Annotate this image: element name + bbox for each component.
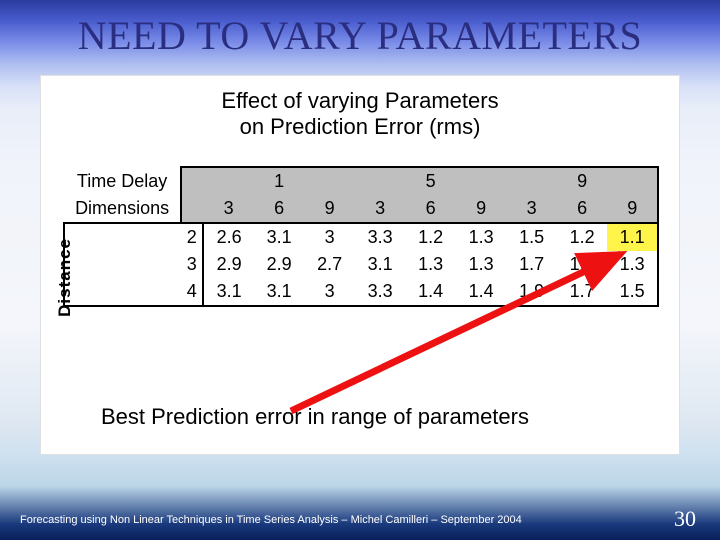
spacer-cell	[355, 167, 406, 195]
cell: 3.1	[203, 278, 254, 306]
spacer-cell	[304, 167, 355, 195]
spacer-cell	[64, 278, 181, 306]
cell: 3.1	[355, 251, 406, 278]
footer-text: Forecasting using Non Linear Techniques …	[20, 514, 522, 526]
dim-val: 6	[254, 195, 305, 223]
cell: 1.3	[607, 251, 658, 278]
data-row: 3 2.9 2.9 2.7 3.1 1.3 1.3 1.7 1.5 1.3	[64, 251, 658, 278]
td-val: 1	[254, 167, 305, 195]
spacer-cell	[64, 223, 181, 251]
cell: 1.2	[557, 223, 608, 251]
cell: 2.6	[203, 223, 254, 251]
spacer-cell	[607, 167, 658, 195]
dim-val: 3	[355, 195, 406, 223]
cell: 3.3	[355, 223, 406, 251]
spacer-cell	[64, 251, 181, 278]
td-val: 9	[557, 167, 608, 195]
chart-title: Effect of varying Parameters on Predicti…	[41, 88, 679, 140]
cell: 1.3	[456, 251, 507, 278]
data-row: 4 3.1 3.1 3 3.3 1.4 1.4 1.9 1.7 1.5	[64, 278, 658, 306]
td-val: 5	[405, 167, 456, 195]
dist-val: 3	[181, 251, 203, 278]
page-title: NEED TO VARY PARAMETERS	[0, 12, 720, 59]
time-delay-label: Time Delay	[64, 167, 181, 195]
cell: 3	[304, 223, 355, 251]
dimensions-row: Dimensions 3 6 9 3 6 9 3 6 9	[64, 195, 658, 223]
cell: 2.7	[304, 251, 355, 278]
cell: 3.1	[254, 278, 305, 306]
dim-val: 6	[405, 195, 456, 223]
cell: 1.2	[405, 223, 456, 251]
cell: 1.5	[506, 223, 557, 251]
dim-val: 3	[203, 195, 254, 223]
dim-val: 9	[607, 195, 658, 223]
cell: 3	[304, 278, 355, 306]
cell: 1.5	[607, 278, 658, 306]
cell: 3.3	[355, 278, 406, 306]
chart-title-line1: Effect of varying Parameters	[221, 88, 498, 113]
dim-val: 9	[456, 195, 507, 223]
chart-caption: Best Prediction error in range of parame…	[101, 404, 529, 430]
page-number: 30	[674, 506, 696, 532]
dist-val: 2	[181, 223, 203, 251]
cell: 1.4	[405, 278, 456, 306]
dim-val: 6	[557, 195, 608, 223]
slide: NEED TO VARY PARAMETERS Effect of varyin…	[0, 0, 720, 540]
dim-val: 9	[304, 195, 355, 223]
dimensions-label: Dimensions	[64, 195, 181, 223]
cell: 3.1	[254, 223, 305, 251]
spacer-cell	[203, 167, 254, 195]
data-table: Time Delay 1 5 9 Dimensions 3 6 9 3 6	[63, 166, 659, 307]
cell: 1.7	[506, 251, 557, 278]
dim-val: 3	[506, 195, 557, 223]
spacer-cell	[181, 167, 203, 195]
data-row: 2 2.6 3.1 3 3.3 1.2 1.3 1.5 1.2 1.1	[64, 223, 658, 251]
cell: 1.5	[557, 251, 608, 278]
spacer-cell	[456, 167, 507, 195]
spacer-cell	[506, 167, 557, 195]
chart-title-line2: on Prediction Error (rms)	[240, 114, 481, 139]
cell: 2.9	[203, 251, 254, 278]
spacer-cell	[181, 195, 203, 223]
cell: 1.4	[456, 278, 507, 306]
highlight-cell: 1.1	[607, 223, 658, 251]
dist-val: 4	[181, 278, 203, 306]
cell: 1.9	[506, 278, 557, 306]
cell: 1.7	[557, 278, 608, 306]
time-delay-row: Time Delay 1 5 9	[64, 167, 658, 195]
cell: 1.3	[405, 251, 456, 278]
cell: 2.9	[254, 251, 305, 278]
chart-panel: Effect of varying Parameters on Predicti…	[40, 75, 680, 455]
cell: 1.3	[456, 223, 507, 251]
